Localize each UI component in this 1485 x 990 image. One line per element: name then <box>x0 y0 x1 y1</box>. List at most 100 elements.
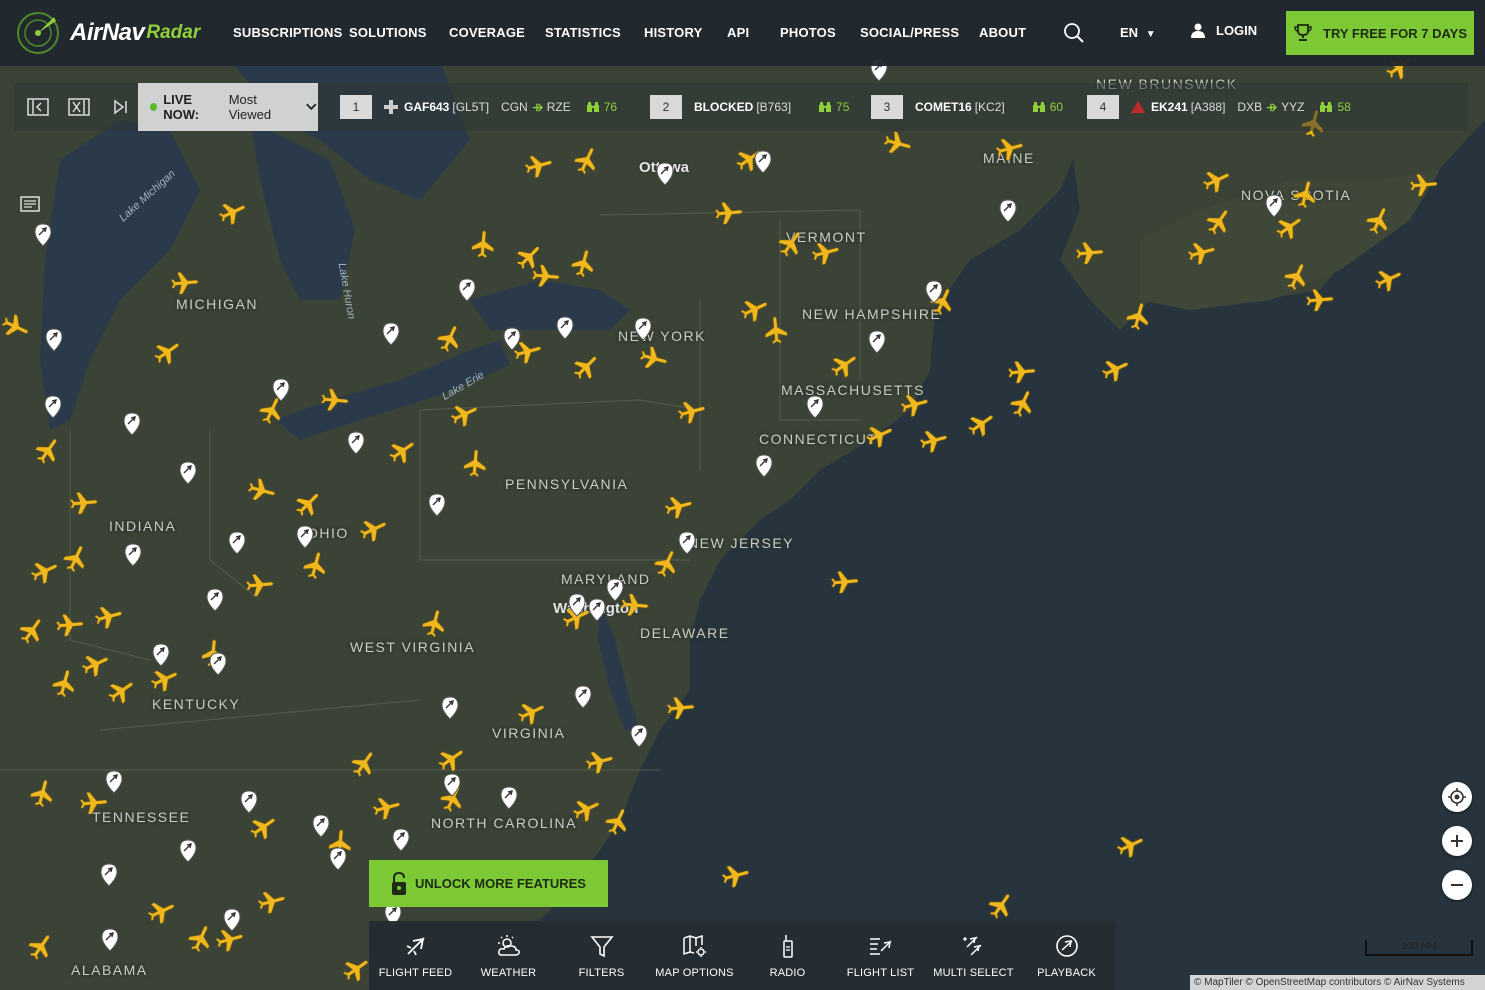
unlock-features-button[interactable]: UNLOCK MORE FEATURES <box>369 860 608 907</box>
airport-pin-icon[interactable] <box>179 839 197 863</box>
radar-map[interactable]: MICHIGAN INDIANA OHIO PENNSYLVANIA NEW YORK V… <box>0 0 1485 990</box>
airport-pin-icon[interactable] <box>588 598 606 622</box>
tool-filters[interactable]: FILTERS <box>555 921 648 990</box>
aircraft-icon[interactable] <box>965 410 995 440</box>
live-mode-dropdown[interactable]: LIVE NOW: Most Viewed <box>138 83 318 131</box>
airport-pin-icon[interactable] <box>101 928 119 952</box>
airport-pin-icon[interactable] <box>755 454 773 478</box>
most-viewed-item[interactable]: 2 BLOCKED [B763] 75 <box>650 95 849 119</box>
aircraft-icon[interactable] <box>572 355 598 381</box>
expand-panel-icon[interactable] <box>68 98 90 116</box>
search-icon[interactable] <box>1063 22 1085 44</box>
airport-pin-icon[interactable] <box>296 525 314 549</box>
airport-pin-icon[interactable] <box>272 378 290 402</box>
airport-pin-icon[interactable] <box>568 593 586 617</box>
airport-pin-icon[interactable] <box>392 828 410 852</box>
aircraft-icon[interactable] <box>348 750 378 780</box>
tool-weather[interactable]: WEATHER <box>462 921 555 990</box>
airport-pin-icon[interactable] <box>105 770 123 794</box>
nav-photos[interactable]: PHOTOS <box>780 25 836 40</box>
tool-map-options[interactable]: MAP OPTIONS <box>648 921 741 990</box>
airport-pin-icon[interactable] <box>1265 194 1283 218</box>
aircraft-icon[interactable] <box>294 492 320 518</box>
airport-pin-icon[interactable] <box>44 395 62 419</box>
airport-pin-icon[interactable] <box>806 395 824 419</box>
airport-pin-icon[interactable] <box>206 588 224 612</box>
language-selector[interactable]: EN ▼ <box>1120 25 1156 40</box>
aircraft-icon[interactable] <box>25 933 55 963</box>
airport-pin-icon[interactable] <box>100 863 118 887</box>
airport-pin-icon[interactable] <box>428 493 446 517</box>
airport-pin-icon[interactable] <box>179 461 197 485</box>
collapse-panel-icon[interactable] <box>27 98 49 116</box>
airport-pin-icon[interactable] <box>34 223 52 247</box>
aircraft-icon[interactable] <box>1203 208 1233 238</box>
airport-pin-icon[interactable] <box>606 578 624 602</box>
airport-pin-icon[interactable] <box>574 685 592 709</box>
aircraft-icon[interactable] <box>985 892 1015 922</box>
nav-about[interactable]: ABOUT <box>979 25 1026 40</box>
airport-pin-icon[interactable] <box>443 773 461 797</box>
airport-pin-icon[interactable] <box>999 199 1017 223</box>
tool-playback[interactable]: PLAYBACK <box>1020 921 1113 990</box>
airport-pin-icon[interactable] <box>556 316 574 340</box>
airport-pin-icon[interactable] <box>329 847 347 871</box>
airport-pin-icon[interactable] <box>925 280 943 304</box>
airport-pin-icon[interactable] <box>656 162 674 186</box>
nav-statistics[interactable]: STATISTICS <box>545 25 621 40</box>
airport-pin-icon[interactable] <box>223 908 241 932</box>
aircraft-icon[interactable] <box>247 813 277 843</box>
skip-next-icon[interactable] <box>110 98 132 116</box>
airport-pin-icon[interactable] <box>347 431 365 455</box>
try-free-button[interactable]: TRY FREE FOR 7 DAYS <box>1286 11 1474 55</box>
nav-api[interactable]: API <box>727 25 749 40</box>
news-icon[interactable] <box>20 196 40 212</box>
nav-subscriptions[interactable]: SUBSCRIPTIONS <box>233 25 343 40</box>
login-button[interactable]: LOGIN <box>1190 22 1257 38</box>
nav-coverage[interactable]: COVERAGE <box>449 25 525 40</box>
most-viewed-item[interactable]: 1 GAF643 [GL5T] CGN RZE 76 <box>340 95 617 119</box>
nav-history[interactable]: HISTORY <box>644 25 702 40</box>
airport-pin-icon[interactable] <box>678 531 696 555</box>
nav-solutions[interactable]: SOLUTIONS <box>349 25 427 40</box>
aircraft-icon[interactable] <box>386 437 416 467</box>
airport-pin-icon[interactable] <box>240 790 258 814</box>
aircraft-icon[interactable] <box>340 955 370 985</box>
tool-multi-select[interactable]: MULTI SELECT <box>927 921 1020 990</box>
logo[interactable]: AirNav Radar <box>16 11 216 55</box>
airport-pin-icon[interactable] <box>124 543 142 567</box>
nav-social-press[interactable]: SOCIAL/PRESS <box>860 25 959 40</box>
airport-pin-icon[interactable] <box>868 330 886 354</box>
airport-pin-icon[interactable] <box>441 696 459 720</box>
airport-pin-icon[interactable] <box>228 531 246 555</box>
airport-pin-icon[interactable] <box>382 322 400 346</box>
map-options-icon <box>682 934 706 957</box>
airport-pin-icon[interactable] <box>152 643 170 667</box>
aircraft-icon[interactable] <box>16 617 46 647</box>
airport-pin-icon[interactable] <box>312 814 330 838</box>
tool-flight-list[interactable]: FLIGHT LIST <box>834 921 927 990</box>
airport-pin-icon[interactable] <box>634 317 652 341</box>
airport-pin-icon[interactable] <box>754 150 772 174</box>
aircraft-icon[interactable] <box>105 677 135 707</box>
airport-pin-icon[interactable] <box>630 724 648 748</box>
aircraft-type: [GL5T] <box>452 100 490 114</box>
airport-pin-icon[interactable] <box>458 278 476 302</box>
aircraft-icon[interactable] <box>775 230 805 260</box>
tool-flight-feed[interactable]: FLIGHT FEED <box>369 921 462 990</box>
aircraft-icon[interactable] <box>828 351 858 381</box>
zoom-in-button[interactable] <box>1442 826 1472 856</box>
airport-pin-icon[interactable] <box>123 412 141 436</box>
aircraft-icon[interactable] <box>32 437 62 467</box>
airport-pin-icon[interactable] <box>503 327 521 351</box>
locate-button[interactable] <box>1442 782 1472 812</box>
airport-pin-icon[interactable] <box>500 786 518 810</box>
tool-radio[interactable]: RADIO <box>741 921 834 990</box>
aircraft-icon[interactable] <box>151 338 181 368</box>
airport-pin-icon[interactable] <box>45 328 63 352</box>
most-viewed-item[interactable]: 3 COMET16 [KC2] 60 <box>871 95 1063 119</box>
most-viewed-item[interactable]: 4 EK241 [A388] DXB YYZ 58 <box>1087 95 1351 119</box>
aircraft-icon[interactable] <box>435 745 465 775</box>
airport-pin-icon[interactable] <box>209 652 227 676</box>
zoom-out-button[interactable] <box>1442 870 1472 900</box>
